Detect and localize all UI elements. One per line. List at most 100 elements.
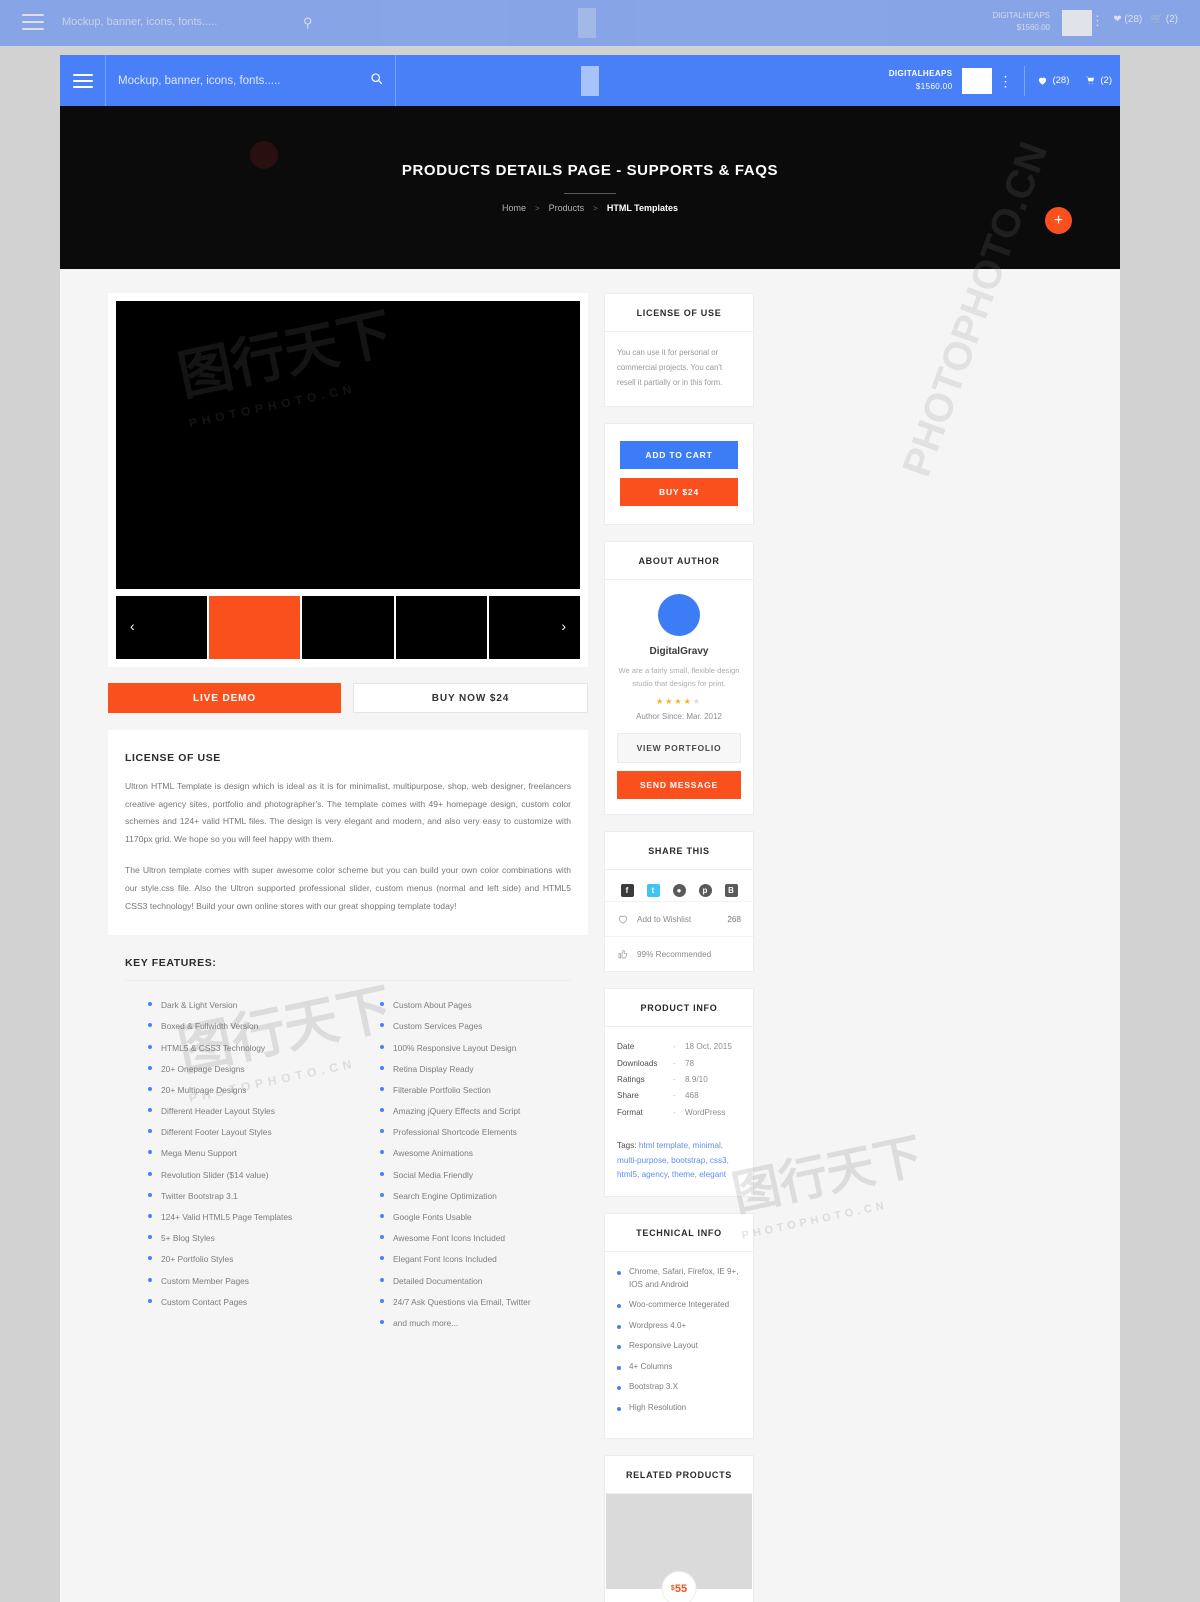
cart-icon [1086,76,1095,85]
related-product-item[interactable]: $55120 Premium Templates Bundle★★★★★Juli… [605,1494,753,1602]
wishlist-row[interactable]: Add to Wishlist 268 [605,901,753,936]
send-message-button[interactable]: SEND MESSAGE [617,771,741,800]
product-info-row: Downloads -78 [617,1056,741,1072]
gallery-thumbnails: ‹ › [116,596,581,659]
view-portfolio-button[interactable]: VIEW PORTFOLIO [617,733,741,764]
share-heading: SHARE THIS [605,832,753,871]
vertical-dots-icon[interactable]: ⋮ [998,74,1012,88]
facebook-icon[interactable]: f [620,884,634,898]
pinterest-icon[interactable]: p [698,884,712,898]
share-card: SHARE THIS f t ● p B Add to Wishlist 268… [604,831,754,973]
license-body: Ultron HTML Template is design which is … [125,778,571,915]
chevron-right-icon: > [593,203,598,213]
author-avatar[interactable] [658,593,700,636]
cart-button[interactable]: (2) [1077,75,1120,86]
product-main-column: ‹ › LIVE DEMO BUY NOW $24 LICENSE OF USE… [108,293,588,1602]
avatar[interactable] [962,67,993,94]
search-icon: ⚲ [303,15,313,30]
license-card-text: You can use it for personal or commercia… [617,348,723,388]
backdrop-account: DIGITALHEAPS $1560.00 [992,11,1050,32]
license-paragraph: The Ultron template comes with super awe… [125,865,571,911]
info-key: Ratings [617,1074,645,1084]
add-button[interactable]: + [1045,207,1072,234]
license-paragraph: Ultron HTML Template is design which is … [125,781,571,844]
technical-info-item: High Resolution [617,1402,741,1415]
related-product-thumbnail[interactable]: $55 [606,1494,752,1602]
related-products-list: $55120 Premium Templates Bundle★★★★★Juli… [605,1494,753,1602]
info-key: Date [617,1042,635,1052]
feature-item: Mega Menu Support [148,1143,339,1164]
recommend-row: 99% Recommended [605,936,753,971]
info-value: 468 [685,1091,699,1101]
twitter-icon[interactable]: t [646,884,660,898]
behance-icon[interactable]: B [724,884,738,898]
feature-item: Custom Services Pages [380,1016,571,1037]
buy-button[interactable]: BUY $24 [620,477,738,506]
key-features-section: KEY FEATURES: Dark & Light Version Boxed … [108,957,588,1358]
share-icon-row: f t ● p B [605,870,753,901]
product-gallery: ‹ › [108,293,588,667]
price-value: 55 [674,1582,688,1595]
gallery-thumb[interactable] [488,596,581,659]
gallery-thumb[interactable] [302,596,394,659]
technical-info-item: Wordpress 4.0+ [617,1320,741,1333]
related-products-heading: RELATED PRODUCTS [605,1456,753,1495]
info-key: Downloads [617,1058,658,1068]
chevron-right-icon[interactable]: › [561,618,566,634]
breadcrumb-item-home[interactable]: Home [502,203,526,213]
feature-item: 100% Responsive Layout Design [380,1038,571,1059]
tags-label: Tags: [617,1141,637,1151]
gallery-thumb[interactable] [395,596,487,659]
header-right-cluster: DIGITALHEAPS $1560.00 ⋮ (28) (2) [889,55,1120,106]
feature-item: Awesome Font Icons Included [380,1228,571,1249]
info-dash: - [673,1058,676,1068]
backdrop-avatar [1062,10,1092,36]
author-rating-stars: ★★★★★ [617,697,741,706]
heart-icon [618,915,628,924]
star-icon: ★ [674,697,684,707]
info-dash: - [673,1107,676,1117]
feature-item: Amazing jQuery Effects and Script [380,1101,571,1122]
star-icon: ★ [683,697,693,707]
gallery-thumb-active[interactable] [209,596,301,659]
cart-count: (2) [1100,75,1112,86]
feature-item: 5+ Blog Styles [148,1228,339,1249]
author-since: Author Since: Mar. 2012 [636,712,722,722]
breadcrumb-item-products[interactable]: Products [549,203,585,213]
wishlist-button[interactable]: (28) [1029,75,1077,86]
backdrop-search-text: Mockup, banner, icons, fonts..... [62,16,218,28]
buy-now-button[interactable]: BUY NOW $24 [353,683,588,713]
live-demo-button[interactable]: LIVE DEMO [108,683,341,713]
info-value: 18 Oct, 2015 [685,1042,732,1052]
hamburger-icon-line [72,79,93,82]
add-to-cart-button[interactable]: ADD TO CART [620,440,738,469]
author-description: We are a fairly small, flexible design s… [618,665,740,688]
hamburger-menu-button[interactable] [60,55,106,106]
license-card-heading: LICENSE OF USE [605,294,753,332]
thumbs-up-icon [618,950,628,959]
account-info[interactable]: DIGITALHEAPS $1560.00 [889,68,953,94]
backdrop-topbar: Mockup, banner, icons, fonts..... ⚲ DIGI… [0,0,1200,46]
chevron-right-icon: > [534,203,540,213]
info-dash: - [673,1074,676,1084]
feature-item: Professional Shortcode Elements [380,1122,571,1143]
feature-item: Google Fonts Usable [380,1207,571,1228]
feature-item: Different Footer Layout Styles [148,1122,339,1143]
star-icon: ★ [692,697,702,707]
info-key: Share [617,1091,639,1101]
vertical-dots-icon: ⋮ [1091,13,1104,28]
search-icon[interactable] [370,72,383,90]
breadcrumb: Home > Products > HTML Templates [502,203,678,213]
chevron-left-icon[interactable]: ‹ [130,618,135,634]
feature-item: HTML5 & CSS3 Technology [148,1038,339,1059]
gallery-main-image[interactable] [116,301,580,589]
technical-info-item: Responsive Layout [617,1340,741,1353]
backdrop-mini-stats: ❤ (28) 🛒 (2) [1113,14,1178,25]
feature-item: Twitter Bootstrap 3.1 [148,1186,339,1207]
recommend-label: 99% Recommended [637,949,712,959]
feature-item: Awesome Animations [380,1143,571,1164]
search-input[interactable] [118,74,383,87]
page-title: PRODUCTS DETAILS PAGE - SUPPORTS & FAQS [401,162,779,179]
license-card-body: You can use it for personal or commercia… [605,332,753,406]
dribbble-icon[interactable]: ● [672,884,686,898]
